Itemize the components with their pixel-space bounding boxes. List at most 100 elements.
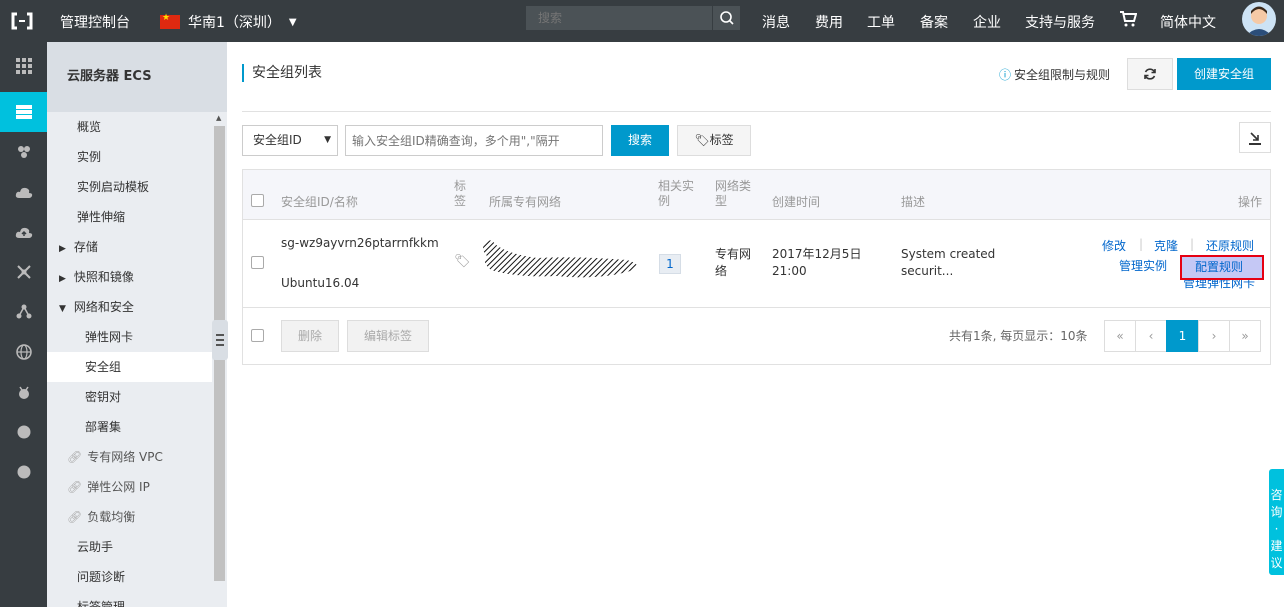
nav-tickets[interactable]: 工单 [867, 12, 895, 32]
security-group-table: 安全组ID/名称 标签 所属专有网络 相关实例 网络类型 创建时间 描述 操作 … [242, 169, 1271, 365]
rail-ecs[interactable] [0, 92, 47, 132]
feedback-widget[interactable]: 咨询·建议 [1269, 469, 1284, 575]
global-search [526, 6, 740, 30]
bulk-delete-button[interactable]: 删除 [281, 320, 339, 352]
configure-rules-link[interactable]: 配置规则 [1180, 255, 1264, 280]
caret-down-icon: ▼ [324, 135, 331, 145]
rail-item-9[interactable] [0, 372, 47, 412]
column-header-related-instances: 相关实例 [658, 179, 695, 208]
pagination-prev[interactable]: ‹ [1135, 320, 1167, 352]
network-type-value: 专有网络 [715, 247, 752, 278]
security-group-id[interactable]: sg-wz9ayvrn26ptarrnfkkm [281, 235, 439, 252]
bulk-edit-tags-button[interactable]: 编辑标签 [347, 320, 429, 352]
global-search-input[interactable] [526, 6, 712, 30]
refresh-icon [1144, 68, 1156, 80]
nav-support[interactable]: 支持与服务 [1025, 12, 1095, 32]
action-separator: | [1190, 237, 1195, 251]
nav-messages[interactable]: 消息 [762, 12, 790, 32]
description-value: System created securit... [901, 247, 996, 278]
sidebar-link-label: 负载均衡 [87, 510, 136, 524]
clone-link[interactable]: 克隆 [1154, 237, 1178, 254]
rail-item-7[interactable] [0, 292, 47, 332]
sidebar-group-label: 网络和安全 [73, 300, 134, 314]
related-instances-count[interactable]: 1 [659, 254, 681, 274]
created-time-value: 2017年12月5日 21:00 [772, 247, 862, 278]
caret-right-icon: ▶ [59, 244, 66, 254]
rail-item-6[interactable] [0, 252, 47, 292]
security-group-limits-link[interactable]: ⓘ 安全组限制与规则 [999, 66, 1110, 83]
pagination-next[interactable]: › [1198, 320, 1230, 352]
sidebar-item-overview[interactable]: 概览 [47, 112, 212, 142]
nav-billing[interactable]: 费用 [815, 12, 843, 32]
sidebar-item-instances[interactable]: 实例 [47, 142, 212, 172]
tag-icon[interactable]: 🏷︎ [454, 254, 471, 269]
globe-icon [15, 344, 32, 360]
network-icon [16, 265, 31, 279]
security-group-search-input[interactable] [345, 125, 603, 156]
sidebar-group-network-security[interactable]: ▼ 网络和安全 [47, 292, 212, 322]
help-link-label: 安全组限制与规则 [1014, 68, 1111, 82]
rail-all-products[interactable] [0, 46, 47, 86]
cart-icon[interactable] [1119, 10, 1137, 28]
sidebar-group-storage[interactable]: ▶ 存储 [47, 232, 212, 262]
nav-language[interactable]: 简体中文 [1160, 12, 1216, 32]
region-selector[interactable]: 华南1（深圳） ▼ [160, 12, 297, 32]
console-link[interactable]: 管理控制台 [60, 12, 130, 32]
restore-rules-link[interactable]: 还原规则 [1206, 237, 1254, 254]
refresh-button[interactable] [1127, 58, 1173, 90]
sidebar-item-eni[interactable]: 弹性网卡 [47, 322, 212, 352]
caret-down-icon: ▼ [59, 304, 66, 314]
sidebar-link-eip[interactable]: 🔗︎ 弹性公网 IP [47, 472, 212, 502]
sidebar-item-launch-templates[interactable]: 实例启动模板 [47, 172, 212, 202]
sidebar-item-auto-scaling[interactable]: 弹性伸缩 [47, 202, 212, 232]
link-icon: 🔗︎ [67, 480, 83, 494]
sidebar-item-tag-management[interactable]: 标签管理 [47, 592, 212, 607]
tag-filter-button[interactable]: 🏷︎标签 [677, 125, 751, 156]
rail-item-5[interactable] [0, 212, 47, 252]
scroll-up-icon[interactable]: ▲ [216, 114, 221, 122]
modify-link[interactable]: 修改 [1102, 237, 1126, 254]
column-header-network-type: 网络类型 [715, 179, 752, 208]
export-button[interactable] [1239, 122, 1271, 153]
caret-down-icon: ▼ [288, 16, 297, 28]
server-icon [15, 105, 32, 119]
tag-filter-label: 标签 [709, 133, 734, 147]
export-icon [1249, 132, 1261, 145]
sidebar-collapse-toggle[interactable] [212, 320, 228, 360]
sidebar-item-deployment-sets[interactable]: 部署集 [47, 412, 212, 442]
filter-field-select[interactable]: 安全组ID ▼ [242, 125, 338, 156]
nav-enterprise[interactable]: 企业 [973, 12, 1001, 32]
manage-instances-link[interactable]: 管理实例 [1119, 257, 1167, 274]
pagination-first[interactable]: « [1104, 320, 1136, 352]
row-checkbox[interactable] [251, 256, 264, 269]
column-header-tag: 标签 [454, 179, 467, 208]
rail-item-10[interactable] [0, 412, 47, 452]
sidebar-item-key-pairs[interactable]: 密钥对 [47, 382, 212, 412]
rail-item-3[interactable] [0, 132, 47, 172]
column-header-created: 创建时间 [772, 195, 821, 209]
rail-item-11[interactable] [0, 452, 47, 492]
main-content: 安全组列表 ⓘ安全组限制与规则 创建安全组 安全组ID ▼ 搜索 🏷︎标签 安全… [228, 42, 1284, 607]
feedback-widget-label: 咨询·建议 [1270, 488, 1283, 570]
select-all-checkbox[interactable] [251, 194, 264, 207]
ecs-sidebar: 云服务器 ECS 概览 实例 实例启动模板 弹性伸缩 ▶ 存储 ▶ 快照和镜像 ▼ 网… [47, 42, 227, 607]
sidebar-group-snapshots[interactable]: ▶ 快照和镜像 [47, 262, 212, 292]
nav-icp[interactable]: 备案 [920, 12, 948, 32]
sidebar-link-vpc[interactable]: 🔗︎ 专有网络 VPC [47, 442, 212, 472]
bulk-select-checkbox[interactable] [251, 329, 264, 342]
rail-item-8[interactable] [0, 332, 47, 372]
pagination-last[interactable]: » [1229, 320, 1261, 352]
sidebar-link-slb[interactable]: 🔗︎ 负载均衡 [47, 502, 212, 532]
pagination-page-current[interactable]: 1 [1166, 320, 1199, 352]
search-button[interactable]: 搜索 [611, 125, 669, 156]
avatar[interactable] [1242, 2, 1276, 36]
sidebar-item-cloud-assistant[interactable]: 云助手 [47, 532, 212, 562]
sidebar-item-diagnostics[interactable]: 问题诊断 [47, 562, 212, 592]
circle-icon [17, 425, 30, 439]
search-icon[interactable] [712, 6, 740, 30]
aliyun-logo-icon[interactable] [10, 9, 34, 33]
sidebar-item-security-groups[interactable]: 安全组 [47, 352, 212, 382]
rail-item-4[interactable] [0, 172, 47, 212]
bug-icon [18, 386, 29, 399]
create-security-group-button[interactable]: 创建安全组 [1177, 58, 1271, 90]
